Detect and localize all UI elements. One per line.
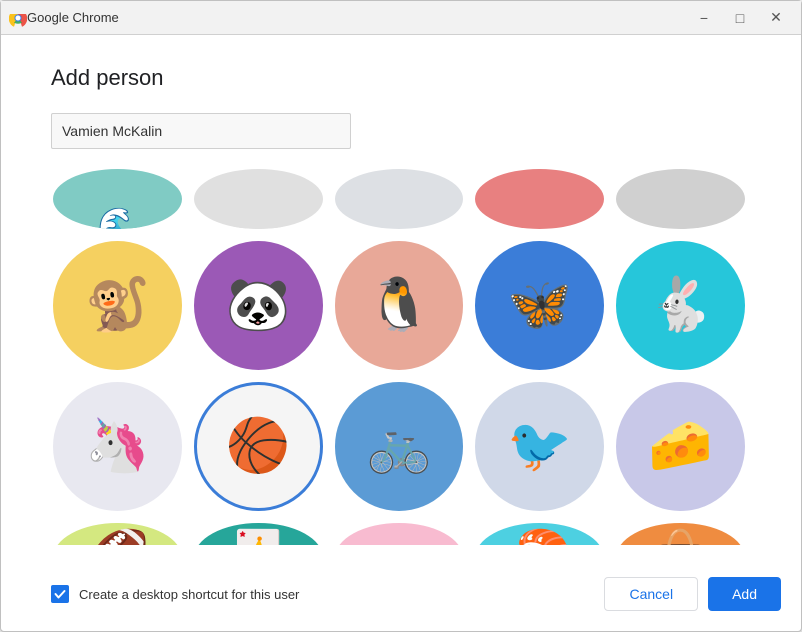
avatar-item[interactable]: 🕶️ (335, 523, 464, 545)
avatar-cards-icon: 🃏 (194, 523, 323, 545)
avatar-football-icon: 🏈 (53, 523, 182, 545)
button-row: Cancel Add (604, 577, 781, 611)
minimize-button[interactable]: − (687, 1, 721, 35)
app-window: Google Chrome − □ ✕ Add person 🌊 (0, 0, 802, 632)
avatar-item[interactable]: 🧀 (616, 382, 745, 511)
avatar-origami-icon: 🦄 (53, 382, 182, 511)
bottom-bar: Create a desktop shortcut for this user … (1, 565, 801, 631)
dialog-content: Add person 🌊 (1, 35, 801, 565)
avatar-sushi-icon: 🍣 (475, 523, 604, 545)
avatar-sunglasses-icon: 🕶️ (335, 523, 464, 545)
avatar-bird-icon: 🐦 (475, 382, 604, 511)
avatar-item[interactable]: 🦋 (475, 241, 604, 370)
avatar-item[interactable]: 🍣 (475, 523, 604, 545)
title-bar: Google Chrome − □ ✕ (1, 1, 801, 35)
avatar-grid: 🌊 🐒 🐼 (51, 165, 747, 545)
maximize-button[interactable]: □ (723, 1, 757, 35)
avatar-item[interactable]: 🃏 (194, 523, 323, 545)
avatar-monkey-icon: 🐒 (53, 241, 182, 370)
avatar-item[interactable]: 🏀 (194, 382, 323, 511)
avatar-scroll-container[interactable]: 🌊 🐒 🐼 (51, 165, 751, 545)
avatar-item[interactable]: 🚲 (335, 382, 464, 511)
avatar-item[interactable]: 🐇 (616, 241, 745, 370)
avatar-bag-icon: 👜 (616, 523, 745, 545)
avatar-item[interactable]: 👜 (616, 523, 745, 545)
desktop-shortcut-checkbox[interactable] (51, 585, 69, 603)
avatar-item[interactable]: 🌊 (53, 169, 182, 229)
cancel-button[interactable]: Cancel (604, 577, 698, 611)
checkbox-row: Create a desktop shortcut for this user (51, 585, 299, 603)
chrome-logo-icon (9, 9, 27, 27)
avatar-item[interactable]: 🦄 (53, 382, 182, 511)
avatar-panda-icon: 🐼 (194, 241, 323, 370)
avatar-item[interactable] (616, 169, 745, 229)
avatar-cheese-icon: 🧀 (616, 382, 745, 511)
avatar-item[interactable] (335, 169, 464, 229)
avatar-basketball-icon: 🏀 (197, 385, 320, 508)
checkmark-icon (54, 588, 66, 600)
name-input[interactable] (51, 113, 351, 149)
window-title: Google Chrome (27, 10, 687, 25)
avatar-bicycle-icon: 🚲 (335, 382, 464, 511)
add-button[interactable]: Add (708, 577, 781, 611)
avatar-penguin-icon: 🐧 (335, 241, 464, 370)
avatar-item[interactable]: 🏈 (53, 523, 182, 545)
avatar-scroll-wrapper: 🌊 🐒 🐼 (51, 165, 751, 545)
avatar-item[interactable]: 🐦 (475, 382, 604, 511)
avatar-item[interactable]: 🐼 (194, 241, 323, 370)
avatar-butterfly-icon: 🦋 (475, 241, 604, 370)
avatar-item[interactable]: 🐧 (335, 241, 464, 370)
window-controls: − □ ✕ (687, 1, 793, 35)
dialog-heading: Add person (51, 65, 751, 91)
close-button[interactable]: ✕ (759, 1, 793, 35)
avatar-item[interactable] (475, 169, 604, 229)
avatar-rabbit-icon: 🐇 (616, 241, 745, 370)
avatar-item[interactable]: 🐒 (53, 241, 182, 370)
avatar-item[interactable] (194, 169, 323, 229)
checkbox-label: Create a desktop shortcut for this user (79, 587, 299, 602)
